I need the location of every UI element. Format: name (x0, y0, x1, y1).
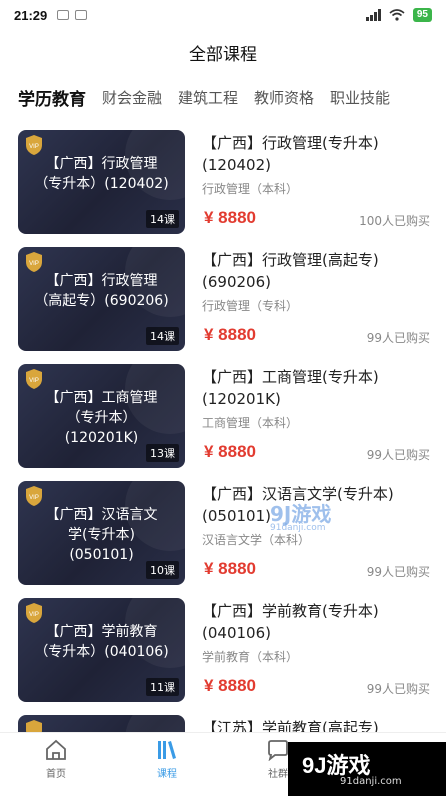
course-subtitle: 工商管理（本科） (202, 416, 299, 430)
vip-badge-icon (26, 720, 42, 732)
course-price: ¥ 8880 (204, 442, 256, 461)
image-icon (75, 10, 88, 20)
svg-text:VIP: VIP (29, 261, 39, 267)
course-price: ¥ 8880 (204, 325, 256, 344)
vip-badge-icon: VIP (26, 603, 42, 623)
course-item[interactable]: VIP 【广西】学前教育 （专升本）(040106) 11课 【广西】学前教育(… (18, 598, 430, 702)
thumbnail-title: 【广西】工商管理 （专升本） (120201K) (45, 390, 158, 446)
course-item[interactable]: VIP 【广西】汉语言文 学(专升本) (050101) 10课 【广西】汉语言… (18, 481, 430, 585)
lesson-count: 14课 (146, 327, 179, 345)
thumbnail-title: 【广西】行政管理 （专升本）(120402) (34, 156, 169, 192)
course-title: 【广西】行政管理(高起专)(690206) (202, 251, 379, 291)
vip-badge-icon: VIP (26, 135, 42, 155)
course-subtitle: 行政管理（本科） (202, 182, 299, 196)
course-list: VIP 【广西】行政管理 （专升本）(120402) 14课 【广西】行政管理(… (0, 128, 446, 732)
buyer-count: 99人已购买 (366, 448, 430, 462)
books-icon (158, 741, 176, 759)
home-icon (46, 739, 66, 760)
lesson-count: 14课 (146, 210, 179, 228)
watermark-logo: 9J游戏 91danji.com (288, 742, 446, 796)
lesson-count: 10课 (146, 561, 179, 579)
chat-icon (268, 740, 288, 761)
thumbnail-title: 【广西】汉语言文 学(专升本) (050101) (45, 507, 158, 563)
lesson-count: 13课 (146, 444, 179, 462)
svg-text:VIP: VIP (29, 495, 39, 501)
vip-badge-icon: VIP (26, 369, 42, 389)
tab-construction[interactable]: 建筑工程 (178, 87, 238, 108)
watermark-overlay: 9J游戏 91danji.com (270, 502, 332, 533)
course-item[interactable]: VIP 【广西】行政管理 （高起专）(690206) 14课 【广西】行政管理(… (18, 247, 430, 351)
wifi-icon (389, 9, 405, 21)
svg-text:VIP: VIP (29, 378, 39, 384)
vip-badge-icon: VIP (26, 252, 42, 272)
course-title: 【广西】学前教育(专升本)(040106) (202, 602, 379, 642)
course-item[interactable]: VIP 【广西】行政管理 （专升本）(120402) 14课 【广西】行政管理(… (18, 130, 430, 234)
buyer-count: 100人已购买 (359, 214, 430, 228)
category-tabs: 学历教育 财会金融 建筑工程 教师资格 职业技能 (0, 80, 446, 114)
tab-teacher-cert[interactable]: 教师资格 (254, 87, 314, 108)
buyer-count: 99人已购买 (366, 565, 430, 579)
course-item[interactable]: 【江苏】学前教育(高起专) (18, 715, 430, 732)
course-subtitle: 学前教育（本科） (202, 650, 299, 664)
page-title: 全部课程 (189, 45, 257, 65)
signal-icon (365, 9, 381, 21)
course-title: 【广西】行政管理(专升本)(120402) (202, 134, 379, 174)
course-title: 【江苏】学前教育(高起专) (202, 719, 379, 732)
course-title: 【广西】工商管理(专升本)(120201K) (202, 368, 379, 408)
course-price: ¥ 8880 (204, 559, 256, 578)
battery-indicator: 95 (412, 8, 432, 22)
svg-text:VIP: VIP (29, 144, 39, 150)
course-item[interactable]: VIP 【广西】工商管理 （专升本） (120201K) 13课 【广西】工商管… (18, 364, 430, 468)
course-subtitle: 汉语言文学（本科） (202, 533, 311, 547)
tab-courses[interactable]: 课程 (137, 739, 197, 780)
course-thumbnail: VIP 【广西】工商管理 （专升本） (120201K) 13课 (18, 364, 185, 468)
status-time: 21:29 (14, 7, 48, 23)
tab-vocational[interactable]: 职业技能 (330, 87, 390, 108)
course-thumbnail: VIP 【广西】行政管理 （专升本）(120402) 14课 (18, 130, 185, 234)
notification-icons (57, 10, 88, 20)
tab-finance[interactable]: 财会金融 (102, 87, 162, 108)
thumbnail-title: 【广西】学前教育 （专升本）(040106) (34, 624, 169, 660)
tab-academic-education[interactable]: 学历教育 (18, 85, 86, 110)
course-thumbnail: VIP 【广西】学前教育 （专升本）(040106) 11课 (18, 598, 185, 702)
course-price: ¥ 8880 (204, 676, 256, 695)
svg-text:VIP: VIP (29, 612, 39, 618)
status-bar: 21:29 95 (0, 0, 446, 30)
thumbnail-title: 【广西】行政管理 （高起专）(690206) (34, 273, 169, 309)
tab-home[interactable]: 首页 (26, 739, 86, 780)
image-icon (57, 10, 70, 20)
course-thumbnail: VIP 【广西】行政管理 （高起专）(690206) 14课 (18, 247, 185, 351)
course-price: ¥ 8880 (204, 208, 256, 227)
course-thumbnail (18, 715, 185, 732)
vip-badge-icon: VIP (26, 486, 42, 506)
lesson-count: 11课 (146, 678, 179, 696)
course-thumbnail: VIP 【广西】汉语言文 学(专升本) (050101) 10课 (18, 481, 185, 585)
course-subtitle: 行政管理（专科） (202, 299, 299, 313)
buyer-count: 99人已购买 (366, 682, 430, 696)
buyer-count: 99人已购买 (366, 331, 430, 345)
